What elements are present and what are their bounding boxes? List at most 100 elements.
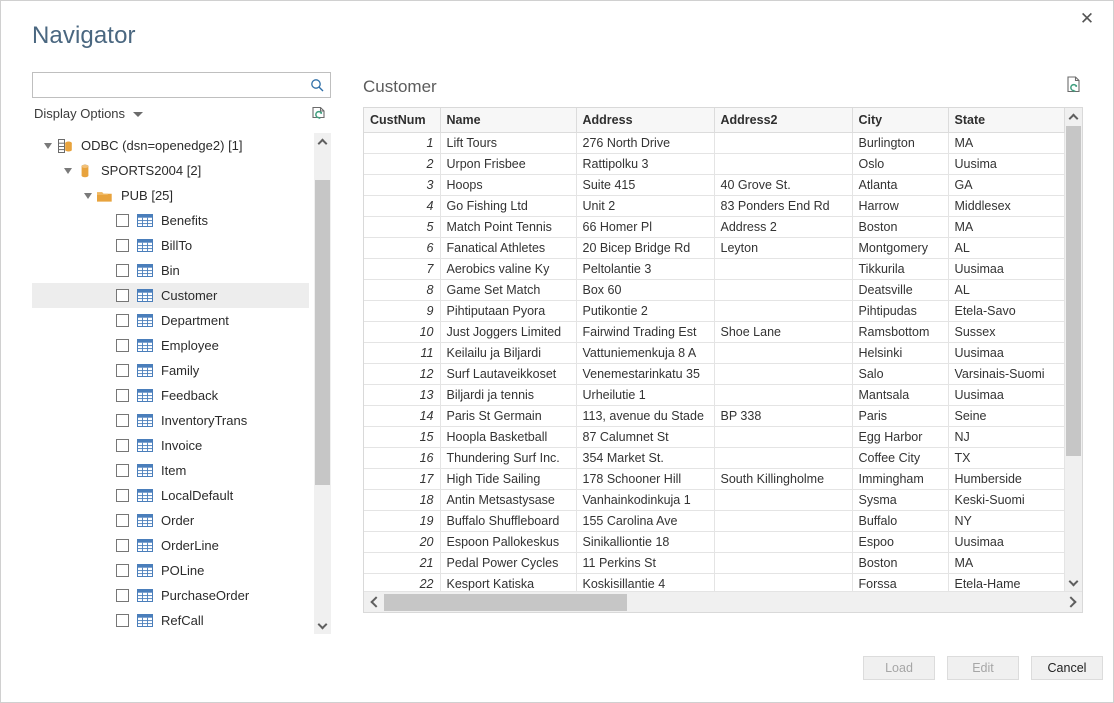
tree-item-billto[interactable]: BillTo	[32, 233, 309, 258]
table-row[interactable]: 8Game Set MatchBox 60DeatsvilleALU	[364, 279, 1083, 300]
table-row[interactable]: 14Paris St Germain113, avenue du StadeBP…	[364, 405, 1083, 426]
column-header-city[interactable]: City	[852, 108, 948, 132]
table-row[interactable]: 19Buffalo Shuffleboard155 Carolina AveBu…	[364, 510, 1083, 531]
column-header-state[interactable]: State	[948, 108, 1064, 132]
display-options-dropdown[interactable]: Display Options	[32, 105, 145, 122]
chevron-expand-icon[interactable]	[80, 183, 96, 208]
tree-item-checkbox[interactable]	[116, 389, 129, 402]
tree-item-checkbox[interactable]	[116, 489, 129, 502]
tree-item-checkbox[interactable]	[116, 439, 129, 452]
table-row[interactable]: 7Aerobics valine KyPeltolantie 3Tikkuril…	[364, 258, 1083, 279]
grid-vscroll-thumb[interactable]	[1066, 126, 1081, 456]
table-cell: Egg Harbor	[852, 426, 948, 447]
column-header-address2[interactable]: Address2	[714, 108, 852, 132]
table-row[interactable]: 10Just Joggers LimitedFairwind Trading E…	[364, 321, 1083, 342]
chevron-down-icon[interactable]	[1065, 574, 1082, 591]
column-header-address[interactable]: Address	[576, 108, 714, 132]
table-cell: Urheilutie 1	[576, 384, 714, 405]
tree-item-customer[interactable]: Customer	[32, 283, 309, 308]
chevron-down-icon[interactable]	[314, 617, 331, 634]
tree-scrollbar[interactable]	[314, 133, 331, 634]
tree-item-feedback[interactable]: Feedback	[32, 383, 309, 408]
search-box[interactable]	[32, 72, 331, 98]
tree-item-bin[interactable]: Bin	[32, 258, 309, 283]
refresh-document-icon[interactable]	[1064, 75, 1086, 99]
table-row[interactable]: 13Biljardi ja tennisUrheilutie 1Mantsala…	[364, 384, 1083, 405]
tree-item-odbc-dsn-openedge2-1[interactable]: ODBC (dsn=openedge2) [1]	[32, 133, 309, 158]
tree-item-checkbox[interactable]	[116, 339, 129, 352]
table-row[interactable]: 16Thundering Surf Inc.354 Market St.Coff…	[364, 447, 1083, 468]
tree-item-orderline[interactable]: OrderLine	[32, 533, 309, 558]
tree-item-checkbox[interactable]	[116, 614, 129, 627]
tree-item-checkbox[interactable]	[116, 414, 129, 427]
table-row[interactable]: 3HoopsSuite 41540 Grove St.AtlantaGAU	[364, 174, 1083, 195]
chevron-left-icon[interactable]	[364, 592, 384, 612]
tree-scrollbar-thumb[interactable]	[315, 180, 330, 485]
tree-item-checkbox[interactable]	[116, 589, 129, 602]
tree-item-checkbox[interactable]	[116, 364, 129, 377]
load-button[interactable]: Load	[863, 656, 935, 680]
tree-item-checkbox[interactable]	[116, 514, 129, 527]
tree-item-employee[interactable]: Employee	[32, 333, 309, 358]
table-row[interactable]: 15Hoopla Basketball87 Calumnet StEgg Har…	[364, 426, 1083, 447]
search-icon[interactable]	[304, 73, 330, 97]
table-row[interactable]: 12Surf LautaveikkosetVenemestarinkatu 35…	[364, 363, 1083, 384]
tree-item-item[interactable]: Item	[32, 458, 309, 483]
table-cell: Keilailu ja Biljardi	[440, 342, 576, 363]
tree-item-purchaseorder[interactable]: PurchaseOrder	[32, 583, 309, 608]
table-cell: Tikkurila	[852, 258, 948, 279]
tree-item-invoice[interactable]: Invoice	[32, 433, 309, 458]
cancel-button[interactable]: Cancel	[1031, 656, 1103, 680]
tree-item-department[interactable]: Department	[32, 308, 309, 333]
tree-item-order[interactable]: Order	[32, 508, 309, 533]
table-icon	[136, 562, 153, 579]
column-header-name[interactable]: Name	[440, 108, 576, 132]
tree-list[interactable]: ODBC (dsn=openedge2) [1] SPORTS2004 [2] PU…	[32, 133, 309, 634]
table-row[interactable]: 11Keilailu ja BiljardiVattuniemenkuja 8 …	[364, 342, 1083, 363]
grid-vertical-scrollbar[interactable]	[1065, 108, 1082, 591]
edit-button[interactable]: Edit	[947, 656, 1019, 680]
table-row[interactable]: 20Espoon PallokeskusSinikalliontie 18Esp…	[364, 531, 1083, 552]
tree-item-checkbox[interactable]	[116, 564, 129, 577]
tree-twisty-none	[100, 408, 116, 433]
tree-item-benefits[interactable]: Benefits	[32, 208, 309, 233]
chevron-up-icon[interactable]	[314, 133, 331, 150]
tree-item-checkbox[interactable]	[116, 289, 129, 302]
table-row[interactable]: 18Antin MetsastysaseVanhainkodinkuja 1Sy…	[364, 489, 1083, 510]
column-header-custnum[interactable]: CustNum	[364, 108, 440, 132]
table-row[interactable]: 21Pedal Power Cycles11 Perkins StBostonM…	[364, 552, 1083, 573]
refresh-document-icon[interactable]	[309, 105, 331, 127]
chevron-right-icon[interactable]	[1062, 592, 1082, 612]
tree-item-pub-25[interactable]: PUB [25]	[32, 183, 309, 208]
tree-item-inventorytrans[interactable]: InventoryTrans	[32, 408, 309, 433]
table-cell: Sussex	[948, 321, 1064, 342]
table-row[interactable]: 2Urpon FrisbeeRattipolku 3OsloUusimaF	[364, 153, 1083, 174]
table-row[interactable]: 4Go Fishing LtdUnit 283 Ponders End RdHa…	[364, 195, 1083, 216]
tree-item-checkbox[interactable]	[116, 214, 129, 227]
table-row[interactable]: 17High Tide Sailing178 Schooner HillSout…	[364, 468, 1083, 489]
grid-horizontal-scrollbar[interactable]	[364, 591, 1082, 612]
tree-item-sports2004-2[interactable]: SPORTS2004 [2]	[32, 158, 309, 183]
chevron-expand-icon[interactable]	[40, 133, 56, 158]
tree-item-checkbox[interactable]	[116, 539, 129, 552]
tree-item-checkbox[interactable]	[116, 264, 129, 277]
tree-item-checkbox[interactable]	[116, 239, 129, 252]
search-input[interactable]	[33, 74, 304, 96]
table-row[interactable]: 6Fanatical Athletes20 Bicep Bridge RdLey…	[364, 237, 1083, 258]
tree-item-family[interactable]: Family	[32, 358, 309, 383]
table-row[interactable]: 22Kesport KatiskaKoskisillantie 4ForssaE…	[364, 573, 1083, 591]
tree-item-poline[interactable]: POLine	[32, 558, 309, 583]
tree-item-checkbox[interactable]	[116, 464, 129, 477]
chevron-expand-icon[interactable]	[60, 158, 76, 183]
tree-item-checkbox[interactable]	[116, 314, 129, 327]
tree-item-refcall[interactable]: RefCall	[32, 608, 309, 633]
tree-item-label: SPORTS2004 [2]	[101, 163, 201, 178]
chevron-up-icon[interactable]	[1065, 108, 1082, 125]
close-icon[interactable]: ✕	[1069, 3, 1105, 33]
grid-hscroll-thumb[interactable]	[384, 594, 627, 611]
table-row[interactable]: 5Match Point Tennis66 Homer PlAddress 2B…	[364, 216, 1083, 237]
table-row[interactable]: 9Pihtiputaan PyoraPutikontie 2Pihtipudas…	[364, 300, 1083, 321]
table-cell: Fanatical Athletes	[440, 237, 576, 258]
table-row[interactable]: 1Lift Tours276 North DriveBurlingtonMAU	[364, 132, 1083, 153]
tree-item-localdefault[interactable]: LocalDefault	[32, 483, 309, 508]
